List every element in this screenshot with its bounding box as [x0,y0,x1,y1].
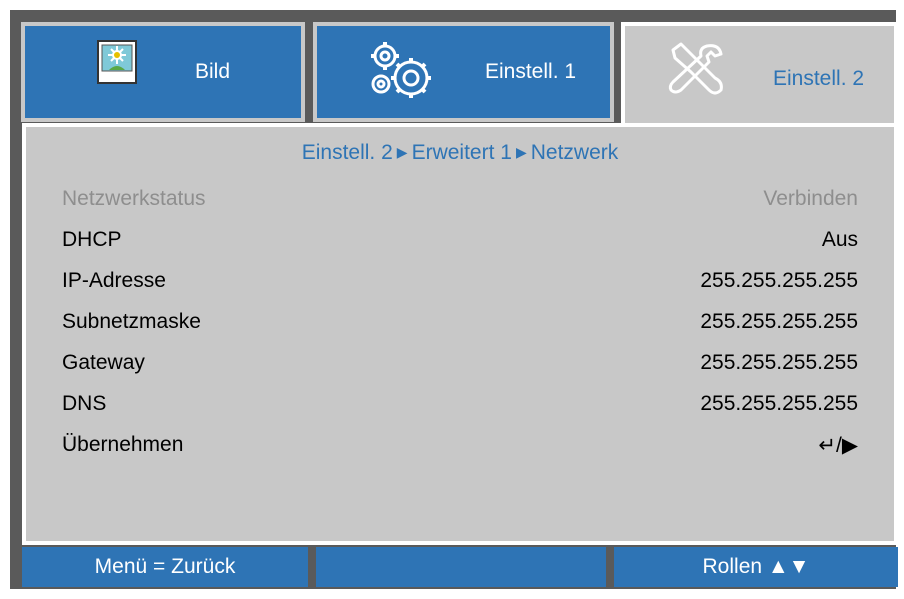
menu-row-ip-adresse[interactable]: IP-Adresse 255.255.255.255 [62,269,858,299]
row-value: Verbinden [763,187,858,210]
tab-label: Einstell. 2 [773,67,865,90]
row-label: Übernehmen [62,433,184,456]
menu-row-dhcp[interactable]: DHCP Aus [62,228,858,258]
breadcrumb-separator-icon: ▶ [396,144,408,160]
breadcrumb-item: Erweitert 1 [411,141,512,164]
row-label: DHCP [62,228,122,251]
breadcrumb-item: Einstell. 2 [301,141,393,164]
tab-label: Bild [195,60,231,83]
tab-einstell-1[interactable]: Einstell. 1 [313,22,614,122]
tab-label: Einstell. 1 [485,60,577,83]
footer-back-hint: Menü = Zurück [22,547,308,587]
row-value: 255.255.255.255 [700,351,858,374]
row-value: 255.255.255.255 [700,392,858,415]
row-label: DNS [62,392,107,415]
row-label: Subnetzmaske [62,310,201,333]
row-label: Netzwerkstatus [62,187,206,210]
breadcrumb-separator-icon: ▶ [515,144,527,160]
menu-row-netzwerkstatus: Netzwerkstatus Verbinden [62,187,858,217]
row-value: 255.255.255.255 [700,269,858,292]
menu-row-dns[interactable]: DNS 255.255.255.255 [62,392,858,422]
tools-icon [667,42,727,103]
row-label: Gateway [62,351,145,374]
menu-row-subnetzmaske[interactable]: Subnetzmaske 255.255.255.255 [62,310,858,340]
tab-einstell-2[interactable]: Einstell. 2 [621,22,898,132]
gears-icon [367,40,437,105]
menu-row-uebernehmen[interactable]: Übernehmen ↵/▶ [62,433,858,463]
row-label: IP-Adresse [62,269,166,292]
menu-row-gateway[interactable]: Gateway 255.255.255.255 [62,351,858,381]
osd-menu-frame: Bild Einstell. 1 Einstell. 2 Einstell. 2… [10,10,898,589]
footer-scroll-hint: Rollen ▲▼ [614,547,898,587]
breadcrumb-item: Netzwerk [530,141,619,164]
settings-panel: Einstell. 2 ▶ Erweitert 1 ▶ Netzwerk Netzwer… [22,123,898,545]
enter-arrow-icon: ↵/▶ [818,434,858,457]
breadcrumb: Einstell. 2 ▶ Erweitert 1 ▶ Netzwerk [26,141,894,165]
row-value: 255.255.255.255 [700,310,858,333]
picture-icon [97,40,137,89]
tab-bild[interactable]: Bild [21,22,305,122]
row-value: Aus [821,228,858,251]
footer-middle [316,547,606,587]
